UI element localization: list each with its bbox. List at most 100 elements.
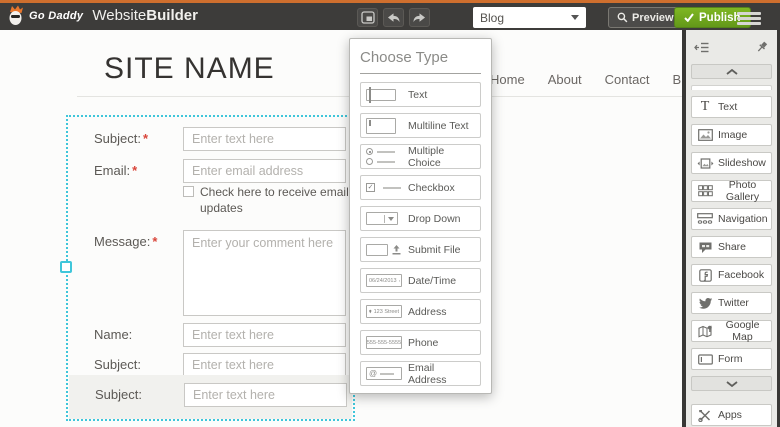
preview-button[interactable]: Preview: [608, 7, 683, 28]
subject-input-3[interactable]: [184, 383, 347, 407]
brand-product-text: WebsiteBuilder: [92, 7, 198, 24]
checkbox-label: Check here to receive email updates: [200, 184, 351, 216]
redo-button[interactable]: [409, 8, 430, 27]
submit-file-icon: [366, 244, 408, 256]
email-input[interactable]: [183, 159, 346, 183]
slideshow-icon: [696, 158, 714, 169]
site-navigation: Home About Contact Blog: [490, 72, 699, 87]
form-row-name: Name:: [68, 323, 353, 349]
message-textarea[interactable]: [183, 230, 346, 316]
magnifier-icon: [617, 12, 628, 23]
field-label: Subject:: [94, 131, 141, 146]
field-type-date-time[interactable]: 06/24/2013 Date/Time: [360, 268, 481, 293]
page-select-value: Blog: [480, 11, 504, 25]
navigation-icon: [696, 213, 714, 225]
widgets-sidebar: T Text Image: [686, 30, 777, 427]
field-type-submit-file[interactable]: Submit File: [360, 237, 481, 262]
form-row-subject: Subject:*: [68, 127, 353, 153]
text-tool-icon: T: [696, 99, 714, 115]
subject-input[interactable]: [183, 127, 346, 151]
subject-input-2[interactable]: [183, 353, 346, 377]
field-type-phone[interactable]: 555-555-5555 Phone: [360, 330, 481, 355]
name-input[interactable]: [183, 323, 346, 347]
choose-type-popup: Choose Type Text Multiline Text Multiple…: [349, 38, 492, 394]
tool-image[interactable]: Image: [691, 124, 772, 146]
collapse-panel-icon: [694, 41, 710, 54]
share-icon: [696, 241, 714, 254]
field-type-text[interactable]: Text: [360, 82, 481, 107]
required-asterisk: *: [143, 131, 148, 146]
chevron-down-icon: [571, 15, 579, 20]
undo-button[interactable]: [383, 8, 404, 27]
photo-gallery-icon: [696, 185, 714, 197]
topbar: Go Daddy WebsiteBuilder Blog: [0, 0, 780, 30]
nav-item-contact[interactable]: Contact: [605, 72, 650, 87]
drop-down-icon: [366, 212, 408, 225]
field-type-address[interactable]: 123 Street Address: [360, 299, 481, 324]
image-icon: [696, 129, 714, 141]
site-title[interactable]: SITE NAME: [104, 52, 275, 86]
redo-icon: [412, 12, 427, 24]
chevron-down-icon: [726, 381, 738, 387]
panel-frame-icon: [361, 11, 375, 24]
twitter-icon: [696, 297, 714, 310]
field-label: Name:: [94, 327, 132, 342]
email-updates-checkbox[interactable]: [183, 186, 194, 197]
tool-text[interactable]: T Text: [691, 96, 772, 118]
form-row-email: Email:*: [68, 159, 353, 185]
field-type-multiple-choice[interactable]: Multiple Choice: [360, 144, 481, 169]
new-field-highlight-row[interactable]: Subject:: [69, 375, 352, 419]
undo-icon: [386, 12, 401, 24]
godaddy-mascot-icon: [7, 5, 24, 26]
hamburger-icon: [737, 12, 761, 15]
partially-scrolled-tool: [691, 85, 772, 90]
field-type-multiline-text[interactable]: Multiline Text: [360, 113, 481, 138]
tool-photo-gallery[interactable]: Photo Gallery: [691, 180, 772, 202]
page-select[interactable]: Blog: [473, 7, 586, 28]
pin-panel-button[interactable]: [755, 40, 769, 54]
form-icon: [696, 354, 714, 365]
selection-resize-handle[interactable]: [60, 261, 72, 273]
sidebar-scroll-down-button[interactable]: [691, 376, 772, 391]
tool-google-map[interactable]: Google Map: [691, 320, 772, 342]
email-updates-option: Check here to receive email updates: [183, 184, 351, 216]
app-window: Go Daddy WebsiteBuilder Blog: [0, 0, 780, 427]
field-label: Email:: [94, 163, 130, 178]
brand: Go Daddy WebsiteBuilder: [7, 5, 198, 26]
tool-share[interactable]: Share: [691, 236, 772, 258]
field-type-drop-down[interactable]: Drop Down: [360, 206, 481, 231]
sidebar-scroll-up-button[interactable]: [691, 64, 772, 79]
field-type-email-address[interactable]: @ Email Address: [360, 361, 481, 386]
field-label: Subject:: [94, 357, 141, 372]
address-icon: 123 Street: [366, 305, 408, 318]
apps-tools-icon: [696, 409, 714, 422]
google-map-icon: [696, 325, 714, 338]
multiline-text-icon: [366, 118, 408, 134]
nav-item-home[interactable]: Home: [490, 72, 525, 87]
form-row-subject-3: Subject:: [69, 383, 352, 409]
collapse-panel-button[interactable]: [694, 41, 710, 54]
required-asterisk: *: [132, 163, 137, 178]
tool-form[interactable]: Form: [691, 348, 772, 370]
checkmark-icon: [684, 13, 694, 22]
field-label: Message:: [94, 234, 150, 249]
form-row-message: Message:*: [68, 230, 353, 256]
tool-apps[interactable]: Apps: [691, 404, 772, 426]
required-asterisk: *: [152, 234, 157, 249]
tool-twitter[interactable]: Twitter: [691, 292, 772, 314]
checkbox-field-icon: [366, 183, 408, 192]
tool-slideshow[interactable]: Slideshow: [691, 152, 772, 174]
tool-facebook[interactable]: Facebook: [691, 264, 772, 286]
brand-godaddy-text: Go Daddy: [29, 10, 83, 22]
facebook-icon: [696, 269, 714, 282]
field-type-checkbox[interactable]: Checkbox: [360, 175, 481, 200]
tool-navigation[interactable]: Navigation: [691, 208, 772, 230]
field-label: Subject:: [95, 387, 142, 402]
form-widget-selection[interactable]: Subject:* Email:* Check here to receive …: [66, 115, 355, 421]
email-address-icon: @: [366, 367, 408, 380]
pin-icon: [755, 40, 769, 54]
widgets-panel-button[interactable]: [357, 8, 378, 27]
nav-item-about[interactable]: About: [548, 72, 582, 87]
text-field-icon: [366, 89, 408, 101]
hamburger-menu-button[interactable]: [737, 9, 761, 27]
